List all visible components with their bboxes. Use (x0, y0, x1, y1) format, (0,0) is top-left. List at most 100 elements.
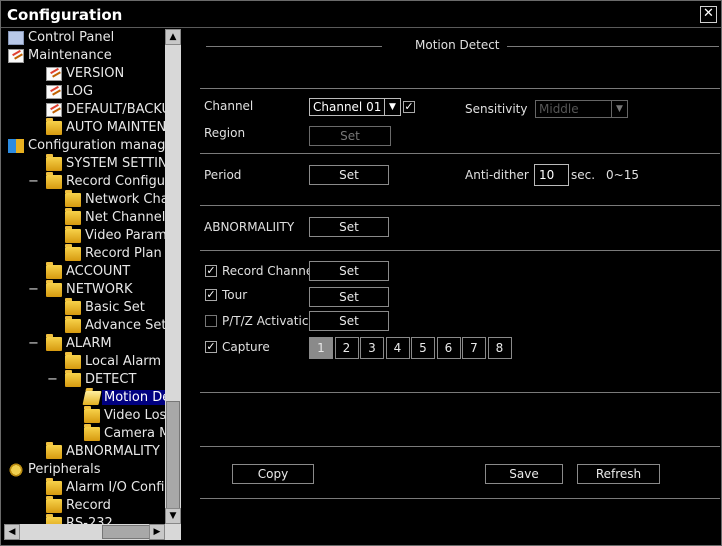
tree-item[interactable]: − Record Configuration (4, 172, 165, 191)
record-channel-set-button[interactable]: Set (309, 261, 389, 281)
tree-item-label: Video Parameters (85, 228, 165, 243)
tree-item[interactable]: SYSTEM SETTINGS (4, 154, 165, 173)
chevron-down-icon[interactable]: ▼ (611, 101, 627, 117)
edit-icon (46, 67, 62, 81)
folder-icon (84, 424, 100, 441)
tree-item-label: Motion Detect (102, 390, 165, 405)
capture-channel-button[interactable]: 7 (462, 337, 486, 359)
tree-item[interactable]: − NETWORK (4, 280, 165, 299)
tree-item[interactable]: Advance Set (4, 316, 165, 335)
tree-item[interactable]: LOG (4, 84, 165, 101)
tree-item[interactable]: AUTO MAINTENANCE (4, 118, 165, 137)
folder-icon (46, 172, 62, 189)
capture-checkbox[interactable]: ✓ (205, 341, 217, 353)
tree-item[interactable]: −Configuration management (4, 138, 165, 155)
tour-checkbox[interactable]: ✓ (205, 289, 217, 301)
tree-vertical-scrollbar[interactable]: ▲ ▼ (165, 29, 181, 524)
region-set-button[interactable]: Set (309, 126, 391, 146)
folder-icon (65, 352, 81, 369)
capture-channel-button[interactable]: 1 (309, 337, 333, 359)
folder-icon (65, 370, 81, 387)
tree-item-label: Configuration management (28, 138, 165, 153)
ptz-set-button[interactable]: Set (309, 311, 389, 331)
tree-horizontal-scrollbar[interactable]: ◀ ▶ (4, 524, 165, 540)
tree-item[interactable]: − DETECT (4, 370, 165, 389)
tree-item[interactable]: Control Panel (4, 30, 165, 47)
tree-item[interactable]: ACCOUNT (4, 262, 165, 281)
capture-channel-button[interactable]: 5 (411, 337, 435, 359)
scroll-left-icon[interactable]: ◀ (4, 524, 20, 540)
tree-item[interactable]: DEFAULT/BACKUP (4, 102, 165, 119)
tree-item-label: Peripherals (28, 462, 101, 477)
divider (200, 446, 720, 447)
tree-item-label: SYSTEM SETTINGS (66, 156, 165, 171)
edit-icon (8, 49, 24, 63)
refresh-button[interactable]: Refresh (577, 464, 660, 484)
tree-item[interactable]: Camera Masking (4, 424, 165, 443)
antidither-range: 0~15 (606, 168, 639, 182)
tree-item[interactable]: VERSION (4, 66, 165, 83)
ptz-checkbox[interactable] (205, 315, 217, 327)
gear-icon (8, 463, 24, 477)
tree-item[interactable]: −Peripherals (4, 462, 165, 479)
tree-item-label: Alarm I/O Config (66, 480, 165, 495)
tree-item-label: Control Panel (28, 30, 115, 45)
capture-channel-button[interactable]: 4 (385, 337, 410, 359)
tree-item[interactable]: Network Channel (4, 190, 165, 209)
copy-button[interactable]: Copy (232, 464, 314, 484)
tree-item[interactable]: RS-232 (4, 514, 165, 524)
close-button[interactable]: ✕ (700, 6, 717, 23)
tree-item[interactable]: Alarm I/O Config (4, 478, 165, 497)
tree-item[interactable]: − ALARM (4, 334, 165, 353)
antidither-input[interactable]: 10 (534, 164, 569, 186)
tree-item-label: AUTO MAINTENANCE (66, 120, 165, 135)
scroll-up-icon[interactable]: ▲ (165, 29, 181, 45)
scroll-right-icon[interactable]: ▶ (149, 524, 165, 540)
tree-item[interactable]: −Maintenance (4, 48, 165, 65)
tree-item[interactable]: Basic Set (4, 298, 165, 317)
tree-item[interactable]: Video Parameters (4, 226, 165, 245)
tree-item-label: Maintenance (28, 48, 112, 63)
folder-icon (84, 406, 100, 423)
capture-channel-button[interactable]: 2 (334, 337, 359, 359)
divider (200, 88, 720, 89)
collapse-icon[interactable]: − (47, 372, 58, 387)
folder-icon (65, 208, 81, 225)
tree-item[interactable]: ABNORMALITY (4, 442, 165, 461)
folder-icon (46, 478, 62, 495)
tree-item[interactable]: Motion Detect (4, 390, 165, 407)
save-button[interactable]: Save (485, 464, 563, 484)
tree-item[interactable]: Net Channel Config (4, 208, 165, 227)
tree-item-label: LOG (66, 84, 94, 99)
record-channel-checkbox[interactable]: ✓ (205, 265, 217, 277)
channel-select[interactable]: Channel 01 ▼ (309, 98, 401, 116)
folder-icon (46, 118, 62, 135)
capture-channel-button[interactable]: 3 (360, 337, 384, 359)
scroll-down-icon[interactable]: ▼ (165, 508, 181, 524)
collapse-icon[interactable]: − (28, 282, 39, 297)
tree-item[interactable]: Local Alarm (4, 352, 165, 371)
divider (200, 153, 720, 154)
sensitivity-select[interactable]: Middle ▼ (535, 100, 628, 118)
channel-checkbox[interactable]: ✓ (403, 101, 415, 113)
capture-channel-button[interactable]: 6 (436, 337, 461, 359)
tour-set-button[interactable]: Set (309, 287, 389, 307)
tree-item[interactable]: Video Loss (4, 406, 165, 425)
capture-label: Capture (222, 340, 270, 354)
scroll-thumb-horizontal[interactable] (102, 525, 150, 539)
tree-item-label: Video Loss (104, 408, 165, 423)
tree-item[interactable]: Record Plan (4, 244, 165, 263)
capture-channel-button[interactable]: 8 (487, 337, 512, 359)
period-set-button[interactable]: Set (309, 165, 389, 185)
collapse-icon[interactable]: − (28, 336, 39, 351)
abnormality-set-button[interactable]: Set (309, 217, 389, 237)
tree-item[interactable]: Record (4, 496, 165, 515)
motion-detect-panel: Motion Detect Channel Channel 01 ▼ ✓ Sen… (182, 29, 720, 543)
tree-item-label: VERSION (66, 66, 125, 81)
tree-item-label: DETECT (85, 372, 137, 387)
folder-icon (65, 190, 81, 207)
collapse-icon[interactable]: − (28, 174, 39, 189)
scroll-thumb[interactable] (166, 401, 180, 509)
configuration-window: Configuration ✕ Control Panel−Maintenanc… (0, 0, 722, 546)
chevron-down-icon[interactable]: ▼ (384, 99, 400, 115)
